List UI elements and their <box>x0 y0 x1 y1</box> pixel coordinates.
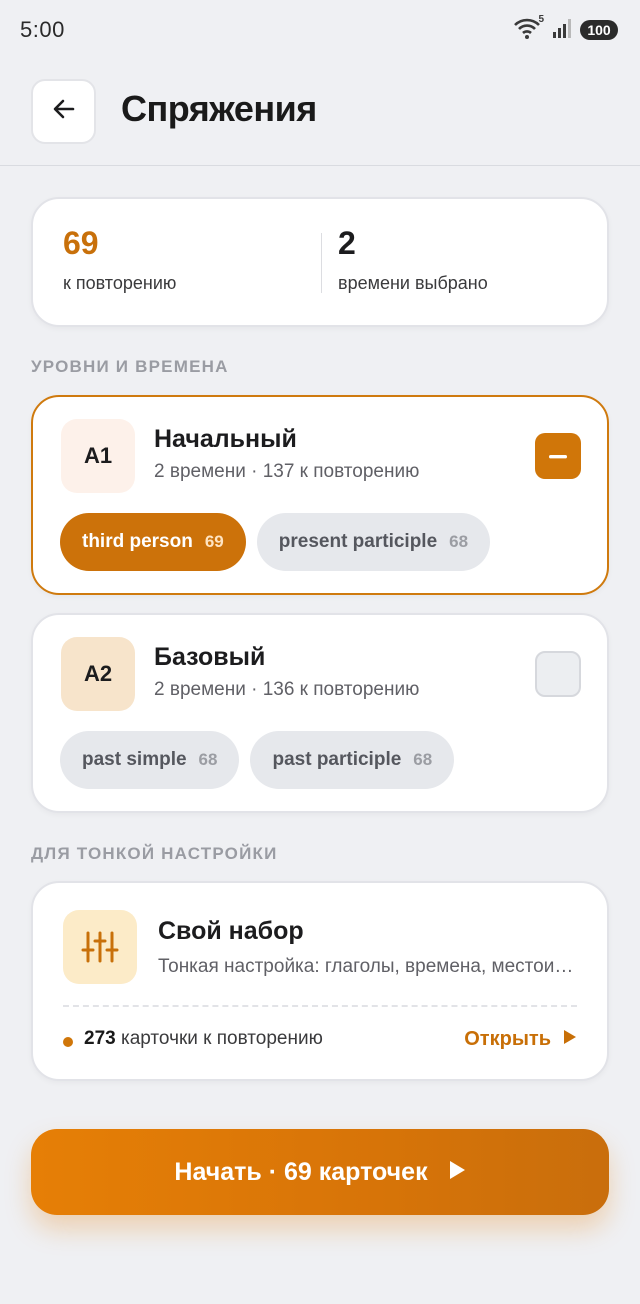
status-time: 5:00 <box>20 17 65 42</box>
start-button[interactable]: Начать · 69 карточек <box>31 1129 609 1215</box>
status-bar: 5:00 5 100 <box>0 0 640 60</box>
due-count: 69 <box>63 225 99 261</box>
custom-set-card[interactable]: Свой набор Тонкая настройка: глаголы, вр… <box>31 881 609 1081</box>
section-label-levels: УРОВНИ И ВРЕМЕНА <box>31 357 229 376</box>
selected-count: 2 <box>338 225 356 261</box>
sliders-icon <box>63 910 137 984</box>
open-label: Открыть <box>464 1028 551 1050</box>
minus-icon <box>548 447 568 465</box>
custom-set-count: 273 карточки к повторению <box>84 1028 323 1050</box>
selected-label: времени выбрано <box>338 273 488 293</box>
level-name: Начальный <box>154 425 297 453</box>
wifi-icon: 5 <box>514 14 544 42</box>
divider <box>63 1005 577 1007</box>
open-button[interactable]: Открыть <box>464 1028 577 1051</box>
chip-label: past simple <box>82 749 187 770</box>
level-name: Базовый <box>154 643 266 671</box>
custom-count-label: карточки к повторению <box>115 1028 323 1049</box>
tense-chips: third person 69 present participle 68 <box>60 513 491 571</box>
level-badge: A1 <box>61 419 135 493</box>
wifi-badge: 5 <box>538 14 544 25</box>
tense-chip[interactable]: present participle 68 <box>256 513 491 571</box>
chip-count: 68 <box>449 532 469 551</box>
stats-divider <box>321 233 322 293</box>
level-badge: A2 <box>61 637 135 711</box>
custom-count-value: 273 <box>84 1028 116 1049</box>
back-button[interactable] <box>31 79 96 144</box>
play-icon <box>563 1028 577 1051</box>
chip-count: 68 <box>198 750 218 769</box>
signal-icon <box>552 18 572 43</box>
chip-label: past participle <box>272 749 402 770</box>
page-title: Спряжения <box>121 88 317 129</box>
battery-indicator: 100 <box>580 20 618 40</box>
tense-chip[interactable]: third person 69 <box>60 513 246 571</box>
level-meta: 2 времени · 136 к повторению <box>154 679 420 700</box>
play-icon <box>448 1158 466 1187</box>
section-label-fine-tune: ДЛЯ ТОНКОЙ НАСТРОЙКИ <box>31 844 278 863</box>
level-checkbox[interactable] <box>535 651 581 697</box>
level-meta: 2 времени · 137 к повторению <box>154 461 420 482</box>
stats-card: 69 к повторению 2 времени выбрано <box>31 197 609 327</box>
chip-label: third person <box>82 531 193 552</box>
tense-chips: past simple 68 past participle 68 <box>60 731 455 789</box>
tense-chip[interactable]: past participle 68 <box>250 731 455 789</box>
header: Спряжения <box>0 60 640 166</box>
status-dot <box>63 1037 73 1047</box>
custom-set-subtitle: Тонкая настройка: глаголы, времена, мест… <box>158 956 578 977</box>
level-card-a2[interactable]: A2 Базовый 2 времени · 136 к повторению … <box>31 613 609 813</box>
chip-count: 69 <box>204 532 224 551</box>
tense-chip[interactable]: past simple 68 <box>60 731 240 789</box>
chip-count: 68 <box>413 750 433 769</box>
status-icons: 5 100 <box>514 14 618 43</box>
due-label: к повторению <box>63 273 177 293</box>
level-checkbox[interactable] <box>535 433 581 479</box>
arrow-left-icon <box>51 96 77 127</box>
chip-label: present participle <box>278 531 438 552</box>
start-label: Начать · 69 карточек <box>174 1157 428 1186</box>
level-card-a1[interactable]: A1 Начальный 2 времени · 137 к повторени… <box>31 395 609 595</box>
custom-set-title: Свой набор <box>158 917 304 945</box>
